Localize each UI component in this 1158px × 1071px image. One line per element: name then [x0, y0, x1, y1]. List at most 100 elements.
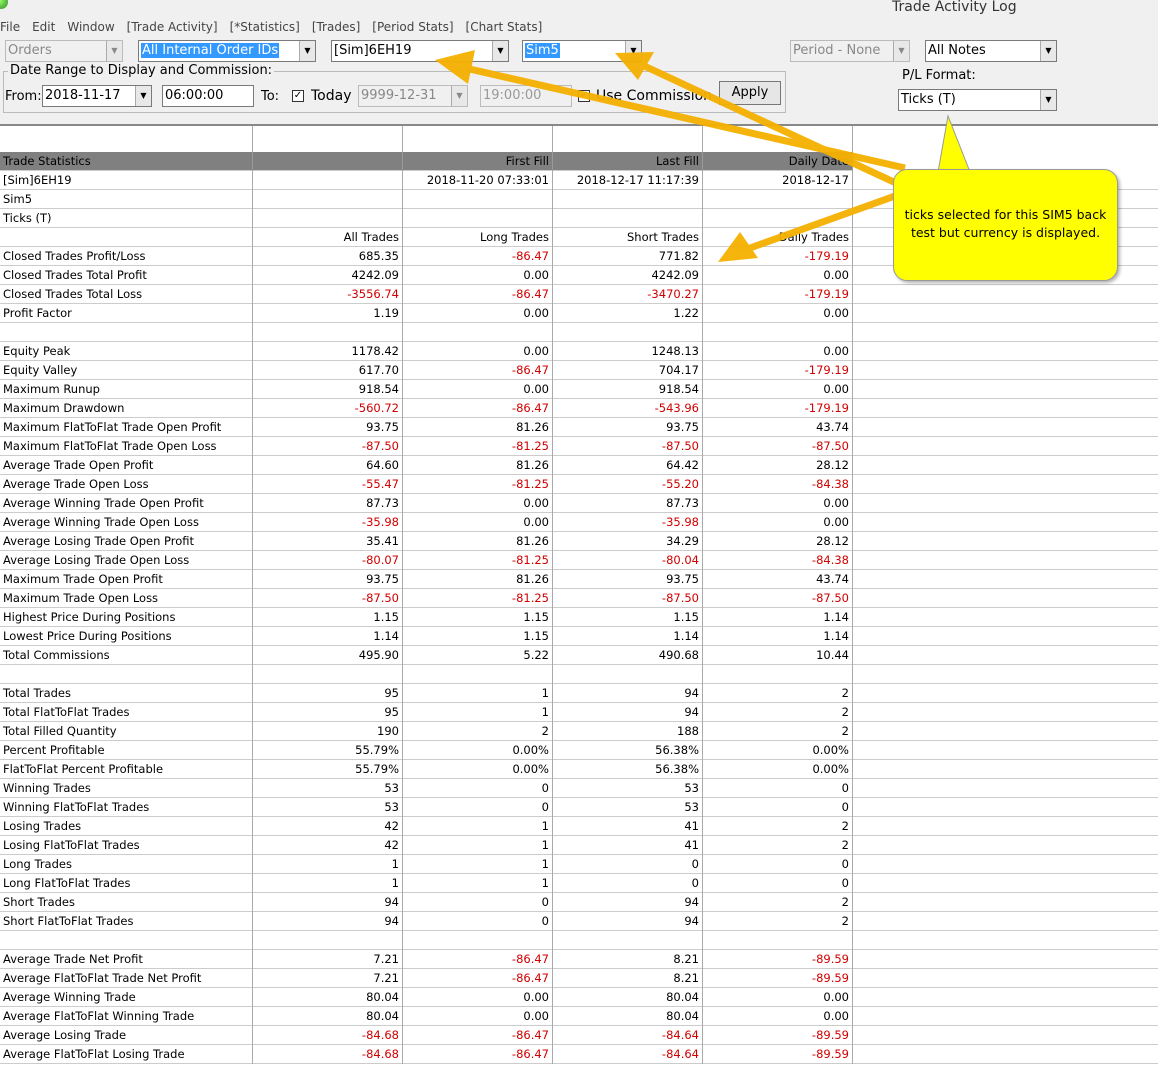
table-cell: 0.00	[403, 1007, 553, 1026]
symbol-select[interactable]: [Sim]6EH19 ▼	[331, 40, 509, 62]
table-cell: -55.47	[253, 475, 403, 494]
window-title: Trade Activity Log	[892, 0, 1017, 15]
table-cell: 0	[703, 779, 853, 798]
table-cell: 64.60	[253, 456, 403, 475]
chevron-down-icon[interactable]: ▼	[299, 41, 315, 61]
use-commission-checkbox[interactable]: ✓	[578, 90, 590, 102]
chevron-down-icon[interactable]: ▼	[1040, 90, 1056, 110]
table-cell: Short Trades	[553, 228, 703, 247]
table-cell: 1.15	[403, 627, 553, 646]
table-cell: -84.68	[253, 1045, 403, 1064]
table-cell: Maximum FlatToFlat Trade Open Loss	[0, 437, 253, 456]
table-cell	[403, 323, 553, 342]
table-cell: Average Losing Trade Open Profit	[0, 532, 253, 551]
table-cell: Long Trades	[0, 855, 253, 874]
table-row: Average Winning Trade 80.04 0.00 80.04 0.00	[0, 988, 1158, 1007]
chevron-down-icon[interactable]: ▼	[1040, 41, 1056, 61]
period-select[interactable]: Period - None ▼	[790, 40, 910, 62]
today-checkbox[interactable]: ✓	[292, 90, 304, 102]
table-cell: -89.59	[703, 1045, 853, 1064]
table-cell: 94	[553, 684, 703, 703]
table-cell: -84.64	[553, 1045, 703, 1064]
table-row	[0, 323, 1158, 342]
table-cell: 56.38%	[553, 741, 703, 760]
table-cell: Highest Price During Positions	[0, 608, 253, 627]
table-cell: 0	[403, 798, 553, 817]
table-cell: 87.73	[553, 494, 703, 513]
table-cell: Losing Trades	[0, 817, 253, 836]
table-cell: -86.47	[403, 1026, 553, 1045]
table-row	[0, 665, 1158, 684]
pl-format-value: Ticks (T)	[901, 92, 956, 107]
table-cell: Short FlatToFlat Trades	[0, 912, 253, 931]
order-ids-select[interactable]: All Internal Order IDs ▼	[138, 40, 316, 62]
to-date-picker[interactable]: 9999-12-31 ▼	[358, 85, 468, 107]
table-cell: 42	[253, 817, 403, 836]
table-cell: 190	[253, 722, 403, 741]
chevron-down-icon[interactable]: ▼	[625, 41, 641, 61]
table-cell: Ticks (T)	[0, 209, 253, 228]
menu-item[interactable]: Window	[67, 20, 114, 38]
table-cell: 1248.13	[553, 342, 703, 361]
table-cell: 94	[253, 912, 403, 931]
table-row: Winning FlatToFlat Trades 53 0 53 0	[0, 798, 1158, 817]
chevron-down-icon[interactable]: ▼	[893, 41, 909, 61]
chevron-down-icon[interactable]: ▼	[451, 86, 467, 106]
apply-button[interactable]: Apply	[719, 81, 781, 105]
pl-format-select[interactable]: Ticks (T) ▼	[898, 89, 1057, 111]
table-cell: 28.12	[703, 456, 853, 475]
table-cell: 0	[703, 855, 853, 874]
chevron-down-icon[interactable]: ▼	[135, 86, 151, 106]
table-cell: 93.75	[253, 570, 403, 589]
table-cell: Average Losing Trade Open Loss	[0, 551, 253, 570]
table-row: Average Winning Trade Open Loss -35.98 0.0…	[0, 513, 1158, 532]
to-time-input[interactable]: 19:00:00	[480, 85, 572, 107]
orders-select[interactable]: Orders ▼	[5, 40, 123, 62]
table-cell: Average Trade Open Loss	[0, 475, 253, 494]
table-cell: Closed Trades Profit/Loss	[0, 247, 253, 266]
table-cell: 1.15	[553, 608, 703, 627]
from-date-picker[interactable]: 2018-11-17 ▼	[42, 85, 152, 107]
table-cell: -3556.74	[253, 285, 403, 304]
table-cell: 34.29	[553, 532, 703, 551]
table-cell	[253, 323, 403, 342]
chevron-down-icon[interactable]: ▼	[492, 41, 508, 61]
table-row: Long FlatToFlat Trades 1 1 0 0	[0, 874, 1158, 893]
notes-select[interactable]: All Notes ▼	[925, 40, 1057, 62]
account-select[interactable]: Sim5 ▼	[522, 40, 642, 62]
from-label: From:	[5, 89, 42, 104]
table-cell: Maximum Drawdown	[0, 399, 253, 418]
menu-item[interactable]: [Period Stats]	[372, 20, 453, 38]
menu-item[interactable]: Edit	[32, 20, 55, 38]
table-cell: 0	[703, 798, 853, 817]
table-cell: -560.72	[253, 399, 403, 418]
from-time-input[interactable]: 06:00:00	[162, 85, 254, 107]
table-row: Total Commissions 495.90 5.22 490.68 10.44	[0, 646, 1158, 665]
table-cell: 188	[553, 722, 703, 741]
table-cell: Average FlatToFlat Trade Net Profit	[0, 969, 253, 988]
table-cell: -35.98	[253, 513, 403, 532]
table-cell: Average Trade Open Profit	[0, 456, 253, 475]
table-cell: 64.42	[553, 456, 703, 475]
table-cell: Total FlatToFlat Trades	[0, 703, 253, 722]
table-cell: 0.00	[403, 513, 553, 532]
table-cell: 1	[403, 874, 553, 893]
to-date-value: 9999-12-31	[361, 88, 437, 103]
menu-item[interactable]: [Trade Activity]	[127, 20, 218, 38]
table-cell: 495.90	[253, 646, 403, 665]
menu-item[interactable]: [Chart Stats]	[466, 20, 543, 38]
table-cell: 95	[253, 703, 403, 722]
menu-item[interactable]: [*Statistics]	[230, 20, 300, 38]
menu-item[interactable]: [Trades]	[312, 20, 360, 38]
table-cell: 80.04	[253, 988, 403, 1007]
menu-item[interactable]: File	[0, 20, 20, 38]
table-cell: Average Winning Trade Open Profit	[0, 494, 253, 513]
table-cell: 0.00	[703, 304, 853, 323]
table-cell: Percent Profitable	[0, 741, 253, 760]
table-cell: 43.74	[703, 570, 853, 589]
table-cell: 0.00%	[703, 760, 853, 779]
table-cell: 0.00	[403, 494, 553, 513]
table-cell: 1.19	[253, 304, 403, 323]
table-cell: 8.21	[553, 950, 703, 969]
chevron-down-icon[interactable]: ▼	[106, 41, 122, 61]
